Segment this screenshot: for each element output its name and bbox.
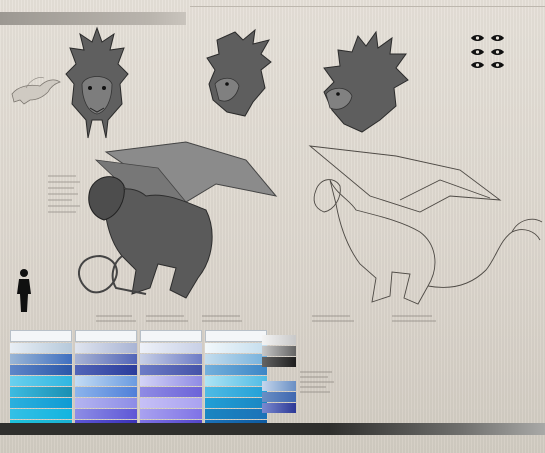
color-swatch (262, 335, 296, 345)
side-head-right-icon (323, 30, 409, 133)
eye-icon (471, 35, 484, 41)
color-swatch (10, 365, 72, 375)
color-swatch (75, 365, 137, 375)
color-swatch (205, 354, 267, 364)
color-swatch (10, 387, 72, 397)
color-swatch (262, 357, 296, 367)
color-swatch (205, 376, 267, 386)
grey-dragon-illustration (78, 141, 278, 299)
palette-1 (10, 330, 72, 430)
color-swatch (140, 398, 202, 408)
color-swatch (140, 343, 202, 353)
color-swatch (10, 398, 72, 408)
color-swatch (140, 387, 202, 397)
eye-icon (471, 62, 484, 69)
eye-icon (491, 48, 504, 55)
color-swatch (262, 381, 296, 391)
color-swatch (140, 409, 202, 419)
palette-3 (140, 330, 202, 430)
eye-icon (471, 48, 484, 55)
eye-icon (491, 62, 504, 69)
color-swatch (10, 409, 72, 419)
palette-5 (262, 334, 296, 413)
palette-2 (75, 330, 137, 430)
color-swatch (140, 354, 202, 364)
color-swatch (75, 354, 137, 364)
color-swatch (140, 365, 202, 375)
color-swatch (205, 398, 267, 408)
palette-header (10, 330, 72, 342)
color-swatch (10, 376, 72, 386)
lineart-dragon-illustration (308, 145, 543, 305)
color-swatch (262, 392, 296, 402)
color-swatch (205, 365, 267, 375)
color-swatch (205, 387, 267, 397)
eye-grid (470, 34, 506, 70)
color-swatch (10, 343, 72, 353)
color-swatch (75, 343, 137, 353)
eye-icon (491, 35, 504, 41)
color-swatch (205, 409, 267, 419)
palette-captions (96, 315, 436, 322)
small-dragon-sketch-icon (11, 77, 61, 105)
palette-4 (205, 330, 267, 430)
color-swatch (10, 354, 72, 364)
color-swatch (205, 343, 267, 353)
color-swatch (75, 376, 137, 386)
color-swatch (75, 409, 137, 419)
human-scale-silhouette-icon (17, 269, 31, 312)
color-swatch (262, 403, 296, 413)
note-lines-right (300, 371, 334, 393)
palette-header (75, 330, 137, 342)
side-head-left-icon (206, 28, 272, 117)
palette-header (205, 330, 267, 342)
color-swatch (140, 376, 202, 386)
top-divider (190, 6, 545, 7)
color-swatch (75, 387, 137, 397)
front-head-icon (65, 26, 129, 139)
bottom-bar-gradient (330, 423, 545, 435)
color-swatch (75, 398, 137, 408)
palette-header (140, 330, 202, 342)
color-swatch (262, 346, 296, 356)
